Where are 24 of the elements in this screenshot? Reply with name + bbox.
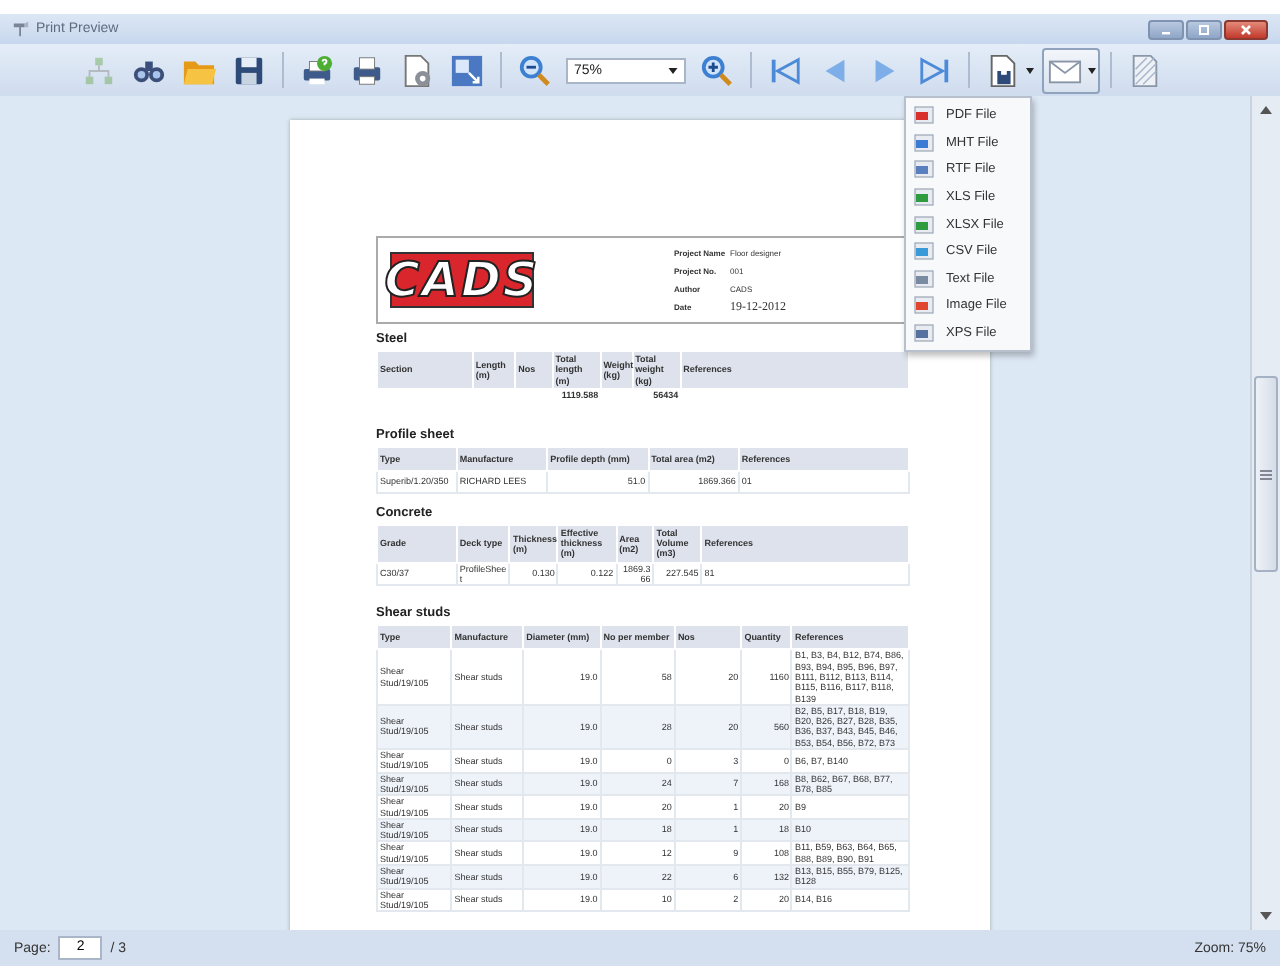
caret-icon [1026,67,1034,73]
app-icon [12,20,30,38]
zoom-in-icon [700,53,734,87]
close-button[interactable] [1224,19,1268,39]
save-page-icon [986,53,1020,87]
resize-icon [450,53,484,87]
grip-icon [1260,469,1272,479]
minimize-button[interactable] [1148,19,1184,39]
scroll-up-icon[interactable] [1260,106,1272,114]
vertical-scrollbar[interactable] [1250,96,1280,930]
zoom-out-icon [518,53,552,87]
maximize-icon [1194,23,1214,35]
watermark-icon [1128,53,1162,87]
first-icon [768,53,802,87]
caret-icon [1088,67,1096,73]
tree-icon [82,53,116,87]
caret-icon [668,67,678,73]
close-icon [1236,23,1256,35]
page-gear-icon [400,53,434,87]
last-icon [918,53,952,87]
scroll-down-icon[interactable] [1260,912,1272,920]
scrollbar-thumb[interactable] [1254,376,1278,572]
printer-help-icon [300,53,334,87]
printer-icon [350,53,384,87]
